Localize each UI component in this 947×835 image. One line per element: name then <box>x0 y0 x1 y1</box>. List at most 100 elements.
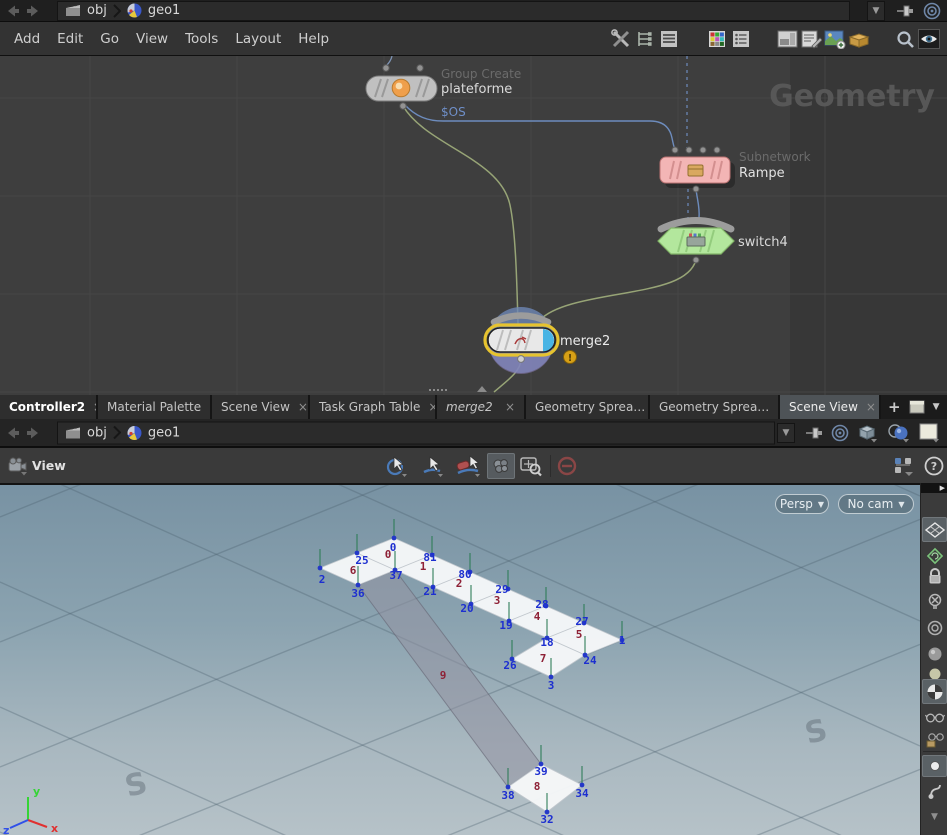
new-tab-button[interactable]: + <box>888 398 901 416</box>
pane-title: View <box>32 458 66 473</box>
tab-scene-view-2[interactable]: Scene View× <box>780 395 881 419</box>
tools-wrench-icon[interactable] <box>609 26 633 52</box>
list-view-icon[interactable] <box>657 26 681 52</box>
tab-close-icon[interactable]: × <box>298 400 308 414</box>
preferences-grid-icon[interactable] <box>729 26 753 52</box>
scene-viewport[interactable]: SS02523637812180202919281827124263393834… <box>0 483 920 835</box>
quickplane-button[interactable] <box>922 545 947 567</box>
headlight-button[interactable] <box>922 617 947 639</box>
radial-menu-icon[interactable] <box>831 424 849 442</box>
construction-plane-button[interactable] <box>922 517 947 542</box>
path-dropdown-button[interactable]: ▼ <box>777 423 795 443</box>
tab-close-icon[interactable]: × <box>428 400 437 414</box>
viewport-right-toolbar: ▶ ▼ <box>920 483 947 835</box>
takes-notes-icon[interactable] <box>799 26 823 52</box>
menu-go[interactable]: Go <box>100 31 119 47</box>
back-arrow-button[interactable] <box>5 426 20 439</box>
tab-task-graph-table[interactable]: Task Graph Table× <box>310 395 437 419</box>
node-name-label: switch4 <box>738 235 788 250</box>
breadcrumb-obj[interactable]: obj <box>87 3 107 18</box>
asset-box-icon[interactable] <box>847 26 871 52</box>
toolbar-expand-button[interactable]: ▶ <box>921 483 947 493</box>
breadcrumb-geo1[interactable]: geo1 <box>148 3 180 18</box>
forward-arrow-button[interactable] <box>26 4 41 17</box>
pin-icon[interactable] <box>803 425 823 441</box>
object-display-glasses-button[interactable] <box>922 729 947 751</box>
view-tool-button[interactable] <box>382 453 410 479</box>
menu-edit[interactable]: Edit <box>57 31 83 47</box>
tab-geometry-spreadsheet-2[interactable]: Geometry Sprea…× <box>650 395 780 419</box>
breadcrumb-obj[interactable]: obj <box>87 425 107 440</box>
ground-grid-line <box>0 485 920 767</box>
geometry-point[interactable] <box>318 566 323 571</box>
breadcrumb[interactable]: obj geo1 <box>57 421 775 444</box>
points-display-button[interactable] <box>922 755 947 777</box>
camera-pill[interactable]: No cam▼ <box>838 494 914 514</box>
lock-button[interactable] <box>922 565 947 587</box>
breadcrumb-geo1[interactable]: geo1 <box>148 425 180 440</box>
no-lights-button[interactable] <box>922 591 947 613</box>
network-editor[interactable]: Geometry Group Creat <box>0 56 947 395</box>
pane-layout-button[interactable] <box>909 400 925 414</box>
prim-number: 9 <box>440 669 447 682</box>
menu-bar: Add Edit Go View Tools Layout Help <box>0 22 947 56</box>
tab-merge2[interactable]: merge2× <box>437 395 526 419</box>
axis-label-z: z <box>3 824 9 835</box>
menu-tools[interactable]: Tools <box>185 31 218 47</box>
shading-mode-icon[interactable] <box>887 423 911 443</box>
tab-menu-caret[interactable]: ▼ <box>933 402 940 412</box>
tab-close-icon[interactable]: × <box>866 400 876 414</box>
menu-add[interactable]: Add <box>14 31 40 47</box>
transform-tool-button[interactable] <box>454 453 482 479</box>
warning-glyph: ! <box>568 353 572 364</box>
point-number: 1 <box>619 634 626 647</box>
desktop-panels-icon[interactable] <box>775 26 799 52</box>
point-number: 32 <box>540 813 553 826</box>
menu-view[interactable]: View <box>136 31 168 47</box>
point-number: 20 <box>460 602 473 615</box>
color-palette-icon[interactable] <box>705 26 729 52</box>
pin-icon[interactable] <box>894 3 914 19</box>
geometry-cube-icon[interactable] <box>857 423 879 443</box>
breadcrumb-separator <box>113 426 121 440</box>
hooks-display-button[interactable] <box>922 780 947 802</box>
snapshot-image-icon[interactable] <box>823 26 847 52</box>
display-options-glasses-button[interactable] <box>922 707 947 729</box>
menu-layout[interactable]: Layout <box>235 31 281 47</box>
tab-scene-view-1[interactable]: Scene View× <box>212 395 310 419</box>
geo1-icon <box>127 425 142 440</box>
smooth-shaded-button[interactable] <box>922 679 947 704</box>
no-selection-indicator[interactable] <box>553 453 581 479</box>
tree-view-icon[interactable] <box>633 26 657 52</box>
prim-number: 8 <box>534 780 541 793</box>
menu-help[interactable]: Help <box>298 31 329 47</box>
path-dropdown-button[interactable]: ▼ <box>867 1 885 21</box>
background-color-swatch[interactable] <box>919 423 941 443</box>
search-icon[interactable] <box>893 26 917 52</box>
toolbar-scroll-down-button[interactable]: ▼ <box>922 806 947 828</box>
network-context-watermark: Geometry <box>769 79 935 114</box>
display-options-button[interactable] <box>892 453 918 479</box>
point-number: 21 <box>423 585 437 598</box>
tab-close-icon[interactable]: × <box>505 400 515 414</box>
pane-type-camera-icon[interactable] <box>7 456 29 476</box>
help-button[interactable]: ? <box>920 453 947 479</box>
frame-selection-button[interactable] <box>517 453 545 479</box>
select-tool-button[interactable] <box>418 453 446 479</box>
geometry-point[interactable] <box>392 536 397 541</box>
breadcrumb[interactable]: obj geo1 <box>57 1 850 21</box>
forward-arrow-button[interactable] <box>26 426 41 439</box>
view-current-tool-button[interactable] <box>487 453 515 479</box>
tab-material-palette[interactable]: Material Palette× <box>98 395 212 419</box>
normal-lighting-button[interactable] <box>922 643 947 665</box>
tab-geometry-spreadsheet-1[interactable]: Geometry Sprea…× <box>526 395 650 419</box>
node-name-label: plateforme <box>441 82 512 97</box>
tab-controller2[interactable]: Controller2× <box>0 395 98 419</box>
back-arrow-button[interactable] <box>5 4 20 17</box>
radial-menu-icon[interactable] <box>923 2 941 20</box>
point-number: 26 <box>503 659 517 672</box>
projection-pill[interactable]: Persp▼ <box>775 494 829 514</box>
axis-label-y: y <box>33 785 40 798</box>
visibility-eye-icon[interactable] <box>917 26 941 52</box>
point-number: 36 <box>351 587 365 600</box>
